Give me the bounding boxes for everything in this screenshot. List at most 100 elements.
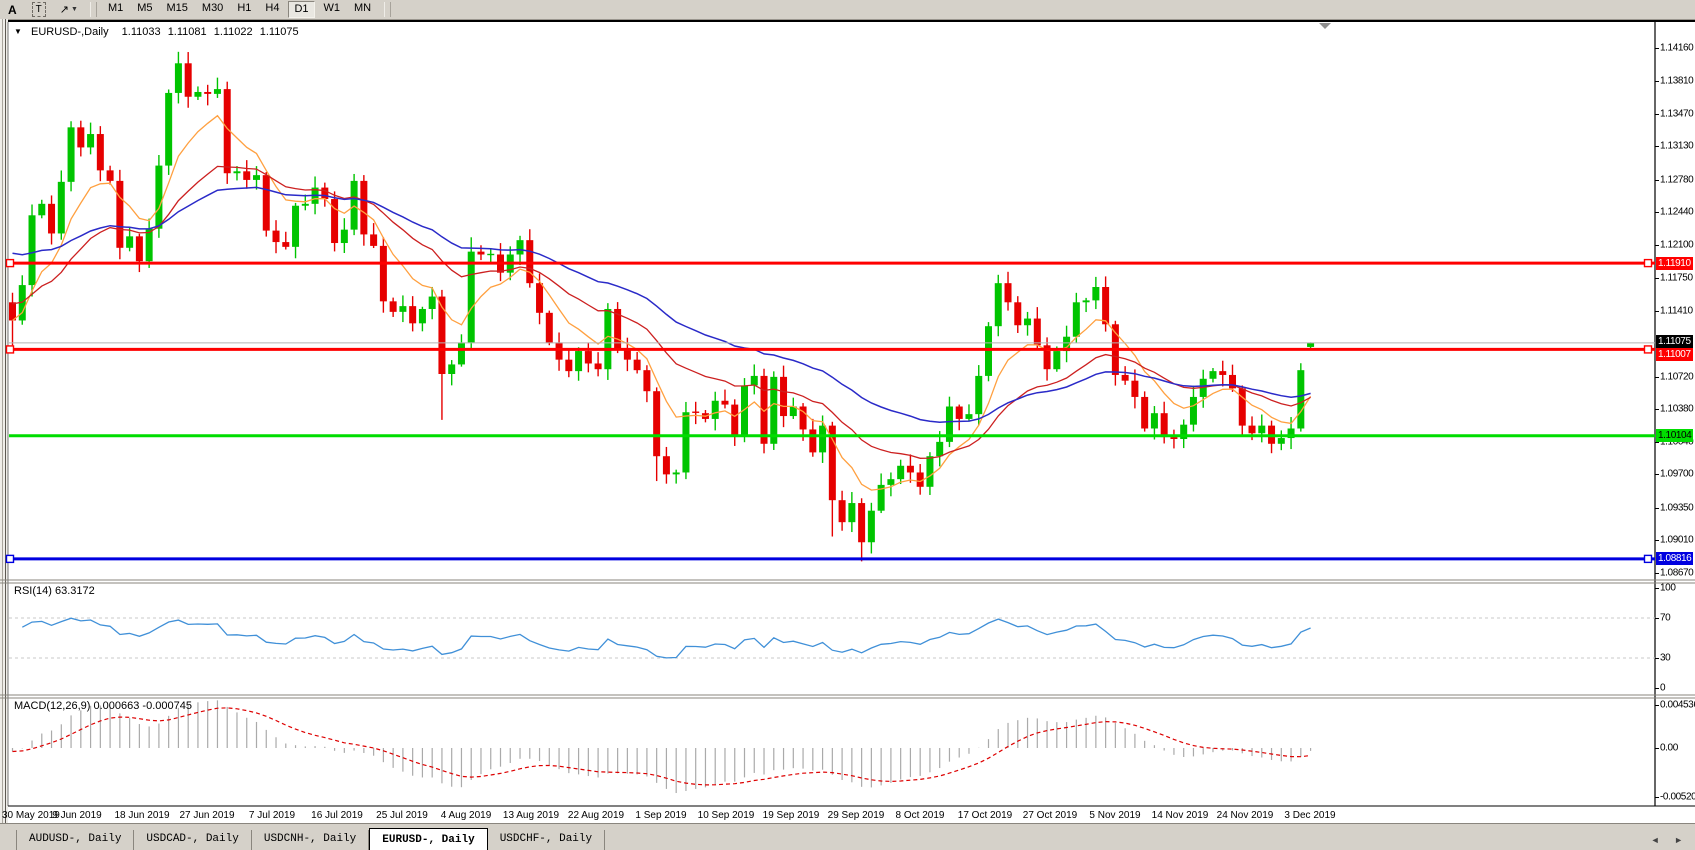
price-tick: [1655, 508, 1659, 509]
candle-up: [1278, 438, 1285, 444]
candle-up: [194, 92, 201, 97]
price-axis-label: 1.09700: [1660, 469, 1694, 480]
chart-tab-usdcnh[interactable]: USDCNH-, Daily: [252, 830, 369, 850]
candle-up: [682, 412, 689, 472]
macd-histogram: [13, 700, 1311, 793]
x-axis-date: 30 May 2019: [2, 810, 60, 821]
candle-down: [536, 283, 543, 313]
hline-handle[interactable]: [7, 260, 14, 267]
candle-down: [77, 127, 84, 147]
candle-up: [58, 182, 65, 234]
candle-down: [556, 342, 563, 359]
price-axis-label: 1.14160: [1660, 43, 1694, 54]
price-axis-label: 1.12780: [1660, 175, 1694, 186]
candle-down: [1034, 319, 1041, 346]
chart-shift-marker-icon[interactable]: [1319, 23, 1331, 29]
candle-up: [1190, 397, 1197, 425]
candle-down: [565, 360, 572, 371]
rsi-label: RSI(14) 63.3172: [14, 585, 95, 597]
price-axis-label: 1.10720: [1660, 372, 1694, 383]
candle-up: [926, 456, 933, 487]
chart-tab-audusd[interactable]: AUDUSD-, Daily: [16, 830, 134, 850]
candle-up: [175, 63, 182, 93]
candle-up: [770, 377, 777, 444]
x-axis-date: 8 Oct 2019: [896, 810, 945, 821]
candle-up: [975, 376, 982, 414]
price-tick: [1655, 180, 1659, 181]
candle-down: [263, 175, 270, 230]
candle-up: [214, 89, 221, 94]
candle-up: [868, 511, 875, 543]
hline-handle[interactable]: [7, 346, 14, 353]
candle-down: [243, 171, 250, 180]
candle-up: [965, 414, 972, 419]
candle-up: [468, 252, 475, 343]
candle-up: [419, 309, 426, 323]
chart-tab-bar: AUDUSD-, DailyUSDCAD-, DailyUSDCNH-, Dai…: [0, 823, 1695, 850]
price-axis-label: 1.12100: [1660, 240, 1694, 251]
candle-up: [517, 240, 524, 254]
candle-down: [185, 63, 192, 96]
x-axis-date: 14 Nov 2019: [1152, 810, 1209, 821]
candle-up: [233, 171, 240, 173]
candle-down: [907, 466, 914, 473]
chart-tab-usdcad[interactable]: USDCAD-, Daily: [134, 830, 251, 850]
candle-up: [985, 326, 992, 376]
ma-line-fast: [13, 116, 1311, 490]
candle-down: [721, 401, 728, 405]
rsi-tick: [1655, 618, 1659, 619]
current-price-tag: 1.11075: [1656, 335, 1693, 348]
candle-up: [1024, 319, 1031, 326]
candle-down: [360, 181, 367, 235]
candle-down: [585, 351, 592, 363]
candle-down: [1170, 437, 1177, 439]
price-tick: [1655, 474, 1659, 475]
price-level-tag-1.08816: 1.08816: [1656, 552, 1693, 565]
candle-up: [1073, 302, 1080, 336]
candle-down: [282, 242, 289, 247]
hline-handle[interactable]: [7, 555, 14, 562]
rsi-axis-label: 30: [1660, 653, 1694, 664]
chart-tab-eurusd[interactable]: EURUSD-, Daily: [369, 828, 487, 850]
hline-handle[interactable]: [1645, 346, 1652, 353]
candle-up: [1307, 343, 1314, 347]
x-axis-date: 16 Jul 2019: [311, 810, 363, 821]
ma-line-medium: [13, 166, 1311, 458]
candle-up: [819, 426, 826, 453]
quote-low: 1.11022: [214, 26, 253, 38]
price-level-tag-1.10104: 1.10104: [1656, 429, 1693, 442]
x-axis-date: 24 Nov 2019: [1217, 810, 1274, 821]
price-axis-label: 1.11750: [1660, 273, 1694, 284]
macd-axis-label: -0.005205: [1660, 792, 1694, 803]
price-axis-label: 1.09350: [1660, 503, 1694, 514]
x-axis-date: 27 Oct 2019: [1023, 810, 1077, 821]
collapse-quote-icon[interactable]: ▼: [14, 27, 22, 36]
candle-down: [1014, 302, 1021, 325]
candle-down: [1005, 283, 1012, 302]
candle-up: [292, 206, 299, 247]
hline-handle[interactable]: [1645, 260, 1652, 267]
candle-down: [370, 234, 377, 245]
chart-tab-usdchf[interactable]: USDCHF-, Daily: [488, 830, 605, 850]
price-tick: [1655, 146, 1659, 147]
price-tick: [1655, 442, 1659, 443]
candle-up: [126, 236, 133, 247]
price-level-tag-1.11007: 1.11007: [1656, 348, 1693, 361]
candle-up: [897, 466, 904, 479]
x-axis-date: 18 Jun 2019: [114, 810, 169, 821]
tab-scroll-left-icon[interactable]: ◄: [1651, 835, 1666, 845]
candle-up: [351, 181, 358, 230]
ma-line-slow: [13, 187, 1311, 422]
tab-scroll-right-icon[interactable]: ►: [1674, 835, 1689, 845]
candle-down: [1219, 371, 1226, 375]
candle-down: [858, 503, 865, 542]
candle-down: [809, 429, 816, 452]
macd-axis-label: 0.004536: [1660, 700, 1694, 711]
candle-down: [477, 252, 484, 255]
candle-down: [438, 297, 445, 374]
candle-up: [1209, 371, 1216, 379]
hline-handle[interactable]: [1645, 555, 1652, 562]
candle-up: [741, 385, 748, 435]
candle-down: [48, 204, 55, 234]
quote-close: 1.11075: [260, 26, 299, 38]
